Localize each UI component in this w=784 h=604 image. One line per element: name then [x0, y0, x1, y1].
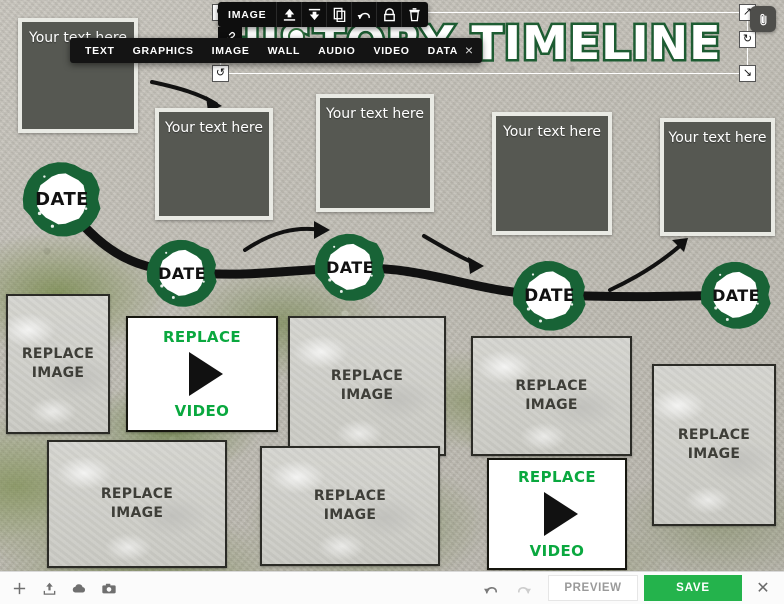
camera-icon[interactable]	[98, 577, 120, 599]
text-placeholder-label: Your text here	[668, 130, 767, 146]
text-placeholder[interactable]: Your text here	[155, 108, 273, 220]
image-placeholder-label-line2: IMAGE	[110, 505, 164, 521]
bring-to-front-icon[interactable]	[276, 2, 301, 27]
date-badge[interactable]: DATE	[314, 231, 386, 303]
image-placeholder-label: REPLACE IMAGE	[314, 487, 386, 525]
video-placeholder-bottom-label: VIDEO	[529, 542, 585, 560]
image-placeholder[interactable]: REPLACE IMAGE	[471, 336, 632, 456]
duplicate-icon[interactable]	[326, 2, 351, 27]
play-icon[interactable]	[189, 352, 223, 396]
image-placeholder[interactable]: REPLACE IMAGE	[288, 316, 446, 456]
video-placeholder-bottom-label: VIDEO	[174, 402, 230, 420]
object-toolbar[interactable]: IMAGE	[218, 2, 429, 27]
preview-button[interactable]: PREVIEW	[548, 575, 638, 601]
insert-menu-items: TEXT GRAPHICS IMAGE WALL AUDIO VIDEO DATA	[70, 45, 467, 57]
trash-icon[interactable]	[401, 2, 426, 27]
image-placeholder-label-line2: IMAGE	[340, 387, 394, 403]
text-placeholder-label: Your text here	[165, 120, 263, 136]
undo-icon[interactable]	[478, 577, 504, 599]
date-badge[interactable]: DATE	[22, 159, 102, 239]
image-placeholder-label-line1: REPLACE	[515, 378, 588, 394]
video-placeholder[interactable]: REPLACE VIDEO	[126, 316, 278, 432]
video-placeholder[interactable]: REPLACE VIDEO	[487, 458, 627, 570]
lock-icon[interactable]	[376, 2, 401, 27]
text-placeholder-label: Your text here	[326, 106, 424, 122]
editor-root: Your text here Your text here Your text he…	[0, 0, 784, 604]
image-placeholder-label-line1: REPLACE	[100, 486, 174, 502]
date-badge[interactable]: DATE	[700, 259, 772, 331]
text-placeholder[interactable]: Your text here	[492, 112, 612, 235]
menu-close-icon[interactable]: ×	[465, 42, 473, 58]
date-badge-label: DATE	[326, 257, 374, 277]
save-button[interactable]: SAVE	[644, 575, 742, 601]
upload-icon[interactable]	[38, 577, 60, 599]
object-toolbar-type-label: IMAGE	[228, 8, 267, 21]
image-placeholder-label-line2: IMAGE	[525, 397, 578, 413]
image-placeholder[interactable]: REPLACE IMAGE	[652, 364, 776, 526]
date-badge-label: DATE	[35, 188, 89, 210]
image-placeholder-label: REPLACE IMAGE	[22, 345, 94, 383]
video-placeholder-top-label: REPLACE	[517, 468, 596, 486]
image-placeholder-label: REPLACE IMAGE	[678, 426, 750, 464]
image-placeholder-label-line2: IMAGE	[31, 365, 85, 381]
image-placeholder-label-line1: REPLACE	[21, 346, 95, 362]
bottom-toolbar-left-group	[0, 577, 120, 599]
date-badge[interactable]: DATE	[512, 258, 587, 333]
bottom-toolbar[interactable]: PREVIEW SAVE ✕	[0, 571, 784, 604]
image-placeholder-label: REPLACE IMAGE	[331, 367, 403, 405]
insert-menu-bar[interactable]: TEXT GRAPHICS IMAGE WALL AUDIO VIDEO DATA ×	[70, 38, 482, 63]
image-placeholder-label-line1: REPLACE	[330, 368, 404, 384]
image-placeholder-label: REPLACE IMAGE	[515, 377, 587, 415]
menu-item-text[interactable]: TEXT	[70, 45, 124, 57]
menu-item-wall[interactable]: WALL	[259, 45, 310, 57]
menu-item-image[interactable]: IMAGE	[203, 45, 259, 57]
menu-item-audio[interactable]: AUDIO	[309, 45, 364, 57]
image-placeholder-label-line1: REPLACE	[313, 488, 387, 504]
image-placeholder-label: REPLACE IMAGE	[101, 485, 173, 523]
paperclip-icon[interactable]	[750, 6, 776, 32]
bottom-toolbar-right-group: PREVIEW SAVE ✕	[478, 575, 784, 601]
text-placeholder[interactable]: Your text here	[316, 94, 434, 212]
redo-icon[interactable]	[510, 577, 536, 599]
design-canvas[interactable]: Your text here Your text here Your text he…	[0, 0, 784, 571]
date-badge[interactable]: DATE	[146, 237, 218, 309]
add-icon[interactable]	[8, 577, 30, 599]
video-placeholder-top-label: REPLACE	[162, 328, 241, 346]
image-placeholder[interactable]: REPLACE IMAGE	[260, 446, 440, 566]
image-placeholder-label-line2: IMAGE	[323, 507, 377, 523]
menu-item-video[interactable]: VIDEO	[364, 45, 418, 57]
close-button[interactable]: ✕	[748, 575, 778, 601]
image-placeholder[interactable]: REPLACE IMAGE	[6, 294, 110, 434]
play-icon[interactable]	[544, 492, 578, 536]
send-to-back-icon[interactable]	[301, 2, 326, 27]
image-placeholder[interactable]: REPLACE IMAGE	[47, 440, 227, 568]
date-badge-label: DATE	[524, 285, 575, 306]
text-placeholder[interactable]: Your text here	[18, 18, 138, 133]
text-placeholder[interactable]: Your text here	[660, 118, 775, 236]
image-placeholder-label-line2: IMAGE	[687, 446, 741, 462]
image-placeholder-label-line1: REPLACE	[677, 427, 751, 443]
date-badge-label: DATE	[712, 285, 760, 305]
cloud-upload-icon[interactable]	[68, 577, 90, 599]
date-badge-label: DATE	[158, 263, 206, 283]
menu-item-graphics[interactable]: GRAPHICS	[124, 45, 203, 57]
menu-item-data[interactable]: DATA	[419, 45, 467, 57]
text-placeholder-label: Your text here	[503, 124, 601, 140]
undo-icon[interactable]	[351, 2, 376, 27]
